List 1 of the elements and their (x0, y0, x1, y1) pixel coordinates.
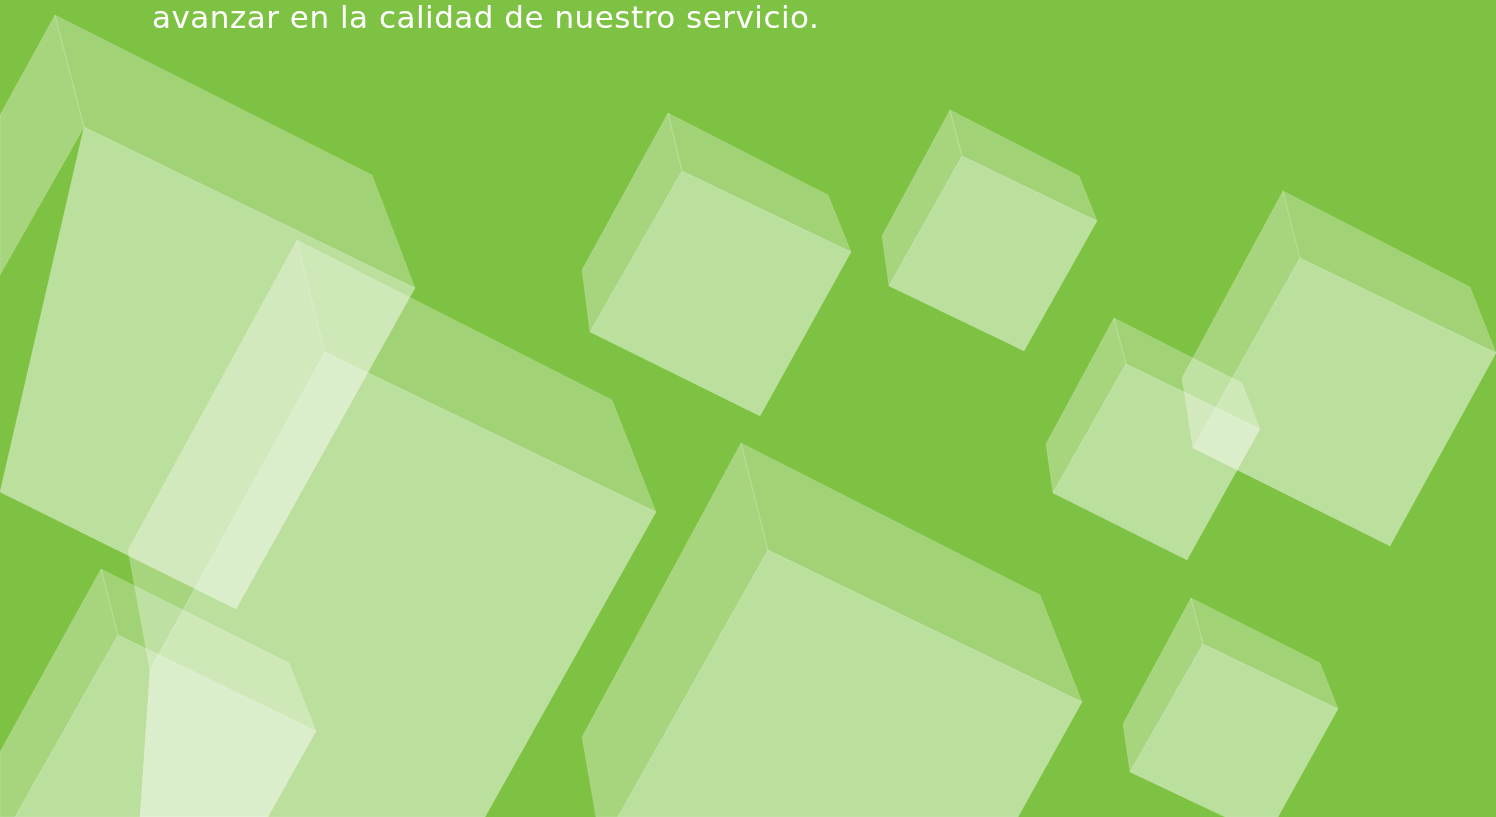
intro-text: avanzar en la calidad de nuestro servicio. (151, 0, 821, 34)
